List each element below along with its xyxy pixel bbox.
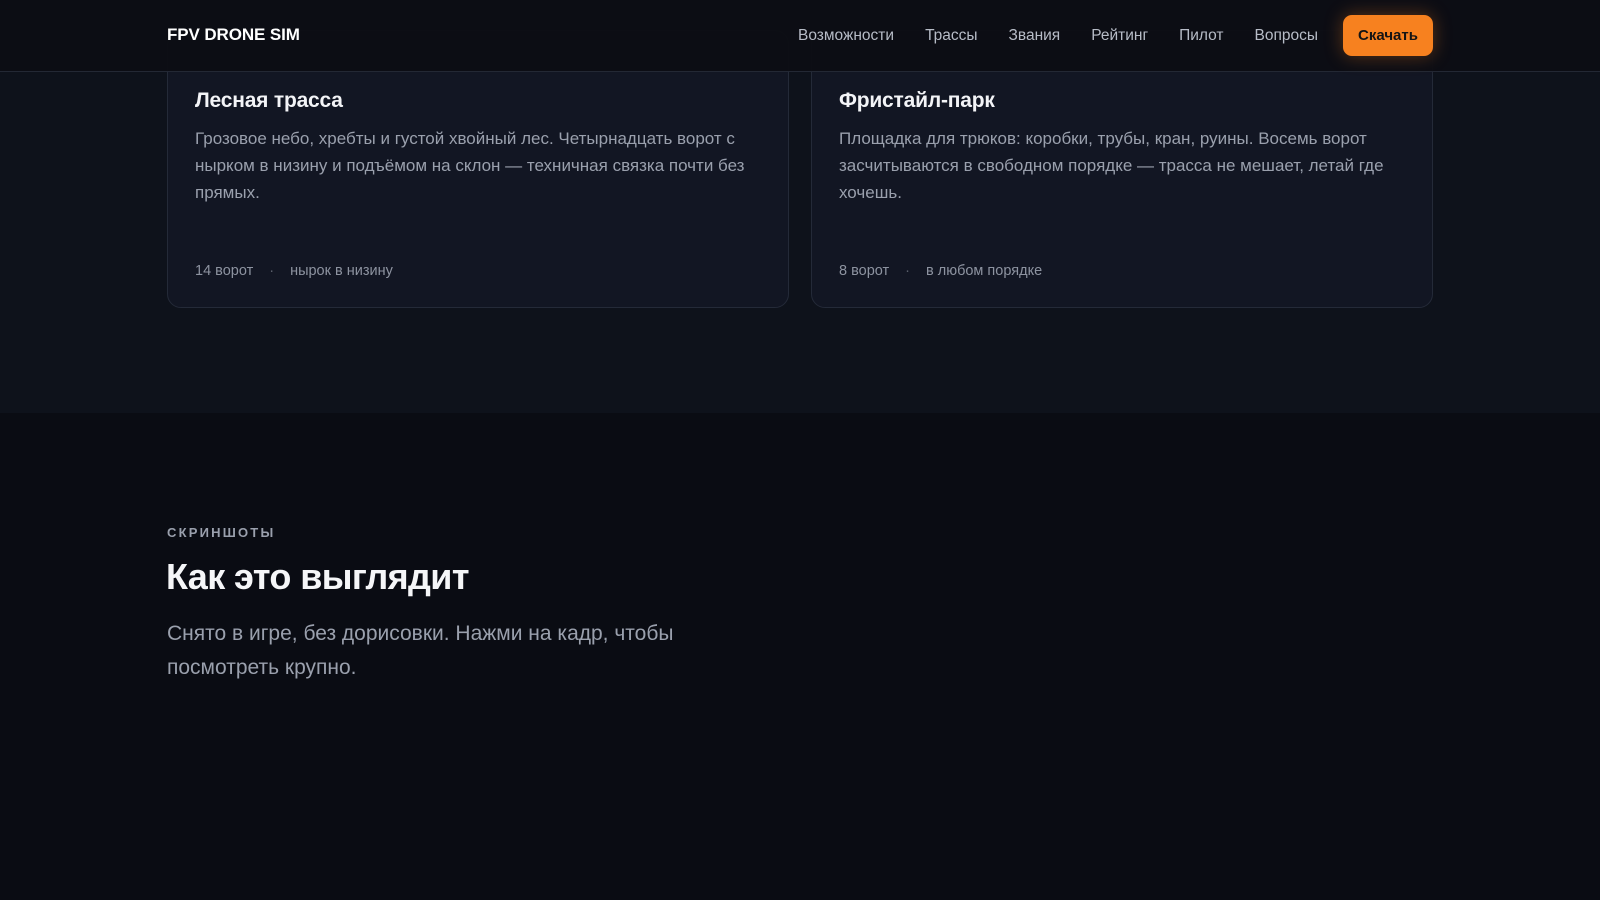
track-card-meta: 14 ворот · нырок в низину — [195, 263, 393, 279]
track-card-description: Площадка для трюков: коробки, трубы, кра… — [839, 129, 1384, 202]
track-card-meta: 8 ворот · в любом порядке — [839, 263, 1042, 279]
main-nav: Возможности Трассы Звания Рейтинг Пилот … — [798, 27, 1349, 45]
download-button[interactable]: Скачать — [1343, 15, 1433, 56]
site-logo[interactable]: FPV DRONE SIM — [167, 25, 300, 45]
nav-link-faq[interactable]: Вопросы — [1255, 27, 1318, 45]
nav-link-ranks[interactable]: Звания — [1009, 27, 1061, 45]
meta-separator-dot: · — [905, 263, 910, 279]
nav-link-leaderboard[interactable]: Рейтинг — [1091, 27, 1148, 45]
nav-link-features[interactable]: Возможности — [798, 27, 894, 45]
section-eyebrow: СКРИНШОТЫ — [167, 525, 276, 540]
track-gates-count: 14 ворот — [195, 263, 254, 279]
nav-link-pilot[interactable]: Пилот — [1179, 27, 1223, 45]
section-title: Как это выглядит — [166, 556, 469, 597]
screenshots-section: СКРИНШОТЫ Как это выглядит Снято в игре,… — [0, 413, 1600, 900]
track-gates-count: 8 ворот — [839, 263, 890, 279]
nav-link-tracks[interactable]: Трассы — [925, 27, 977, 45]
track-feature: в любом порядке — [926, 263, 1043, 279]
track-feature: нырок в низину — [290, 263, 393, 279]
site-header: FPV DRONE SIM Возможности Трассы Звания … — [0, 0, 1600, 72]
track-card-description: Грозовое небо, хребты и густой хвойный л… — [195, 129, 745, 202]
section-subtitle: Снято в игре, без дорисовки. Нажми на ка… — [167, 622, 674, 679]
track-card-title: Фристайл-парк — [839, 89, 995, 112]
track-card-title: Лесная трасса — [195, 89, 343, 112]
page: Лесная трасса Грозовое небо, хребты и гу… — [0, 0, 1600, 900]
meta-separator-dot: · — [269, 263, 275, 279]
